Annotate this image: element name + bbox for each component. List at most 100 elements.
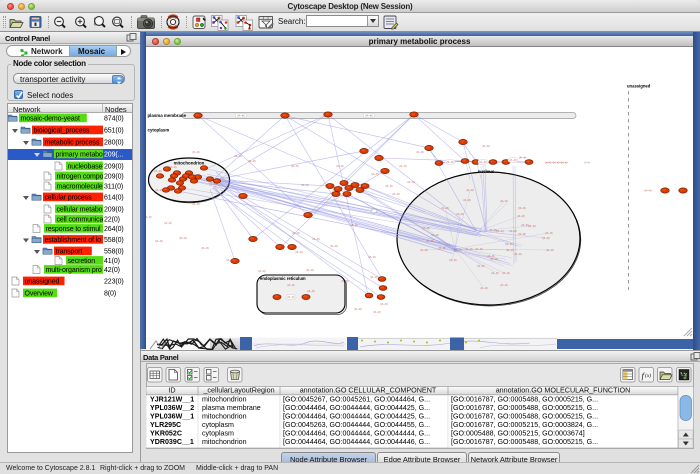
svg-text:macromolecule: macromolecule xyxy=(57,183,103,190)
svg-text:(#--#): (#--#) xyxy=(209,182,216,186)
svg-text:(#--#): (#--#) xyxy=(438,246,445,250)
svg-text:(#--#): (#--#) xyxy=(517,214,524,218)
svg-text:(#--#): (#--#) xyxy=(287,295,294,299)
svg-text:_cellularLayoutRegion: _cellularLayoutRegion xyxy=(202,386,274,395)
svg-text:(#--#): (#--#) xyxy=(169,165,176,169)
svg-text:unassigned: unassigned xyxy=(25,278,60,285)
svg-text:YPL036W__1: YPL036W__1 xyxy=(150,413,194,421)
svg-text:(#--#): (#--#) xyxy=(500,283,507,287)
svg-text:(#--#): (#--#) xyxy=(456,212,463,216)
svg-text:[GO:0016787, GO:0005488, GO:00: [GO:0016787, GO:0005488, GO:0005215, G..… xyxy=(451,404,598,412)
svg-text:(#--#): (#--#) xyxy=(519,155,526,159)
svg-text:nucleus: nucleus xyxy=(478,169,495,174)
svg-text:YPL036W__2: YPL036W__2 xyxy=(150,404,194,412)
svg-text:42(0): 42(0) xyxy=(104,267,120,274)
svg-text:(#--#): (#--#) xyxy=(237,114,244,118)
svg-text:cytoplasm: cytoplasm xyxy=(148,128,170,133)
svg-text:cellular metabo: cellular metabo xyxy=(57,206,103,213)
svg-text:558(0): 558(0) xyxy=(104,237,124,244)
svg-text:endoplasmic reticulum: endoplasmic reticulum xyxy=(260,276,306,281)
svg-text:(#--#): (#--#) xyxy=(373,310,380,314)
svg-text:(#--#): (#--#) xyxy=(330,244,337,248)
svg-text:(#--#): (#--#) xyxy=(441,206,448,210)
svg-text:(#--#): (#--#) xyxy=(365,114,372,118)
svg-text:[GO:0005488, GO:0005215, GO:00: [GO:0005488, GO:0005215, GO:0003674] xyxy=(451,429,585,437)
svg-text:(#--#): (#--#) xyxy=(477,264,484,268)
svg-text:614(0): 614(0) xyxy=(104,194,124,201)
svg-text:558(0): 558(0) xyxy=(104,248,124,255)
svg-text:(#--#): (#--#) xyxy=(301,183,308,187)
svg-text:(#--#): (#--#) xyxy=(179,236,186,240)
svg-text:annotation.GO CELLULAR_COMPONE: annotation.GO CELLULAR_COMPONENT xyxy=(300,386,437,395)
svg-text:(#--#): (#--#) xyxy=(385,184,392,188)
svg-text:cytoplasm: cytoplasm xyxy=(202,429,234,437)
svg-text:(#--#): (#--#) xyxy=(480,286,487,290)
svg-text:(#--#): (#--#) xyxy=(192,150,199,154)
svg-text:[GO:0016787, GO:0005215, GO:00: [GO:0016787, GO:0005215, GO:0003824, G..… xyxy=(451,421,598,429)
svg-text:(#--#): (#--#) xyxy=(490,257,497,261)
svg-text:[GO:0016787, GO:0005488, GO:00: [GO:0016787, GO:0005488, GO:0005215, G..… xyxy=(451,396,598,404)
svg-text:(#--#): (#--#) xyxy=(287,283,294,287)
svg-text:mitochondrion: mitochondrion xyxy=(202,396,247,404)
svg-text:(#--#): (#--#) xyxy=(454,248,461,252)
svg-text:41(0): 41(0) xyxy=(104,258,120,265)
svg-text:[GO:0045263, GO:0044444, GO:00: [GO:0045263, GO:0044444, GO:0044455, G..… xyxy=(283,421,430,429)
svg-text:[GO:0016787, GO:0005488, GO:00: [GO:0016787, GO:0005488, GO:0005215, G..… xyxy=(451,413,598,421)
svg-text:cellular process: cellular process xyxy=(45,194,93,201)
svg-text:(#--#): (#--#) xyxy=(505,242,512,246)
svg-text:plasma membrane: plasma membrane xyxy=(148,113,187,118)
svg-text:(#--#): (#--#) xyxy=(380,302,387,306)
svg-text:cytoplasm: cytoplasm xyxy=(202,421,234,429)
svg-text:biological_process: biological_process xyxy=(34,127,90,134)
svg-text:[GO:0045267, GO:0045261, GO:00: [GO:0045267, GO:0045261, GO:0044464, G..… xyxy=(283,396,430,404)
svg-text:mosaic-demo-yeast: mosaic-demo-yeast xyxy=(21,115,81,122)
svg-text:223(0): 223(0) xyxy=(104,278,124,285)
svg-text:(#--#): (#--#) xyxy=(336,164,343,168)
svg-text:(#--#): (#--#) xyxy=(371,172,378,176)
svg-text:(#--#): (#--#) xyxy=(446,160,453,164)
svg-text:(#--#): (#--#) xyxy=(431,233,438,237)
svg-text:(#--#): (#--#) xyxy=(154,169,161,173)
svg-text:(#--#): (#--#) xyxy=(368,255,375,259)
svg-text:cell communicat: cell communicat xyxy=(57,216,106,223)
svg-text:(#--#): (#--#) xyxy=(258,269,265,273)
svg-text:(#--#): (#--#) xyxy=(234,154,241,158)
svg-text:(#--#): (#--#) xyxy=(509,229,516,233)
svg-text:(#--#): (#--#) xyxy=(546,248,553,252)
svg-text:(#--#): (#--#) xyxy=(399,164,406,168)
svg-text:response to stimul: response to stimul xyxy=(46,226,102,233)
svg-text:[GO:0044464, GO:0044444, GO:00: [GO:0044464, GO:0044444, GO:0044446, G..… xyxy=(283,438,430,446)
svg-text:YJR121W__1: YJR121W__1 xyxy=(150,396,194,404)
svg-text:mitochondrion: mitochondrion xyxy=(202,413,247,421)
svg-text:annotation.GO MOLECULAR_FUNCTI: annotation.GO MOLECULAR_FUNCTION xyxy=(496,386,631,395)
svg-text:mitochondrion: mitochondrion xyxy=(174,161,205,166)
svg-text:(#--#): (#--#) xyxy=(449,258,456,262)
svg-text:(#-#): (#-#) xyxy=(584,160,590,164)
svg-text:(#--#): (#--#) xyxy=(463,198,470,202)
svg-text:YLR295C: YLR295C xyxy=(150,421,181,429)
svg-text:establishment of lo: establishment of lo xyxy=(45,237,102,244)
svg-text:secretion: secretion xyxy=(68,258,96,265)
svg-text:(#--#): (#--#) xyxy=(407,180,414,184)
svg-text:22(0): 22(0) xyxy=(104,216,120,223)
svg-text:(#--#): (#--#) xyxy=(354,307,361,311)
svg-text:(#--#): (#--#) xyxy=(350,223,357,227)
svg-text:(#--#): (#--#) xyxy=(542,236,549,240)
svg-text:(#--#): (#--#) xyxy=(545,231,552,235)
svg-text:(#--#): (#--#) xyxy=(528,224,535,228)
svg-text:nitrogen compo: nitrogen compo xyxy=(57,173,104,180)
svg-text:(#--#): (#--#) xyxy=(514,252,521,256)
svg-text:[GO:0044464, GO:0044444, GO:00: [GO:0044464, GO:0044444, GO:0044425, G..… xyxy=(283,413,430,421)
svg-text:unassigned: unassigned xyxy=(627,84,651,89)
svg-text:[GO:0016787, GO:0005488, GO:00: [GO:0016787, GO:0005488, GO:0005215, G..… xyxy=(451,438,598,446)
svg-text:mitochondrion: mitochondrion xyxy=(202,438,247,446)
svg-text:Overview: Overview xyxy=(25,290,54,297)
svg-text:(#--#): (#--#) xyxy=(291,164,298,168)
svg-text:(#--#): (#--#) xyxy=(491,271,498,275)
svg-text:8(0): 8(0) xyxy=(104,290,116,297)
svg-text:ID: ID xyxy=(168,386,175,395)
svg-text:(#--#): (#--#) xyxy=(307,289,314,293)
svg-text:(#--#): (#--#) xyxy=(475,247,482,251)
svg-text:(#--#): (#--#) xyxy=(146,215,152,219)
svg-text:(#--#): (#--#) xyxy=(295,250,302,254)
